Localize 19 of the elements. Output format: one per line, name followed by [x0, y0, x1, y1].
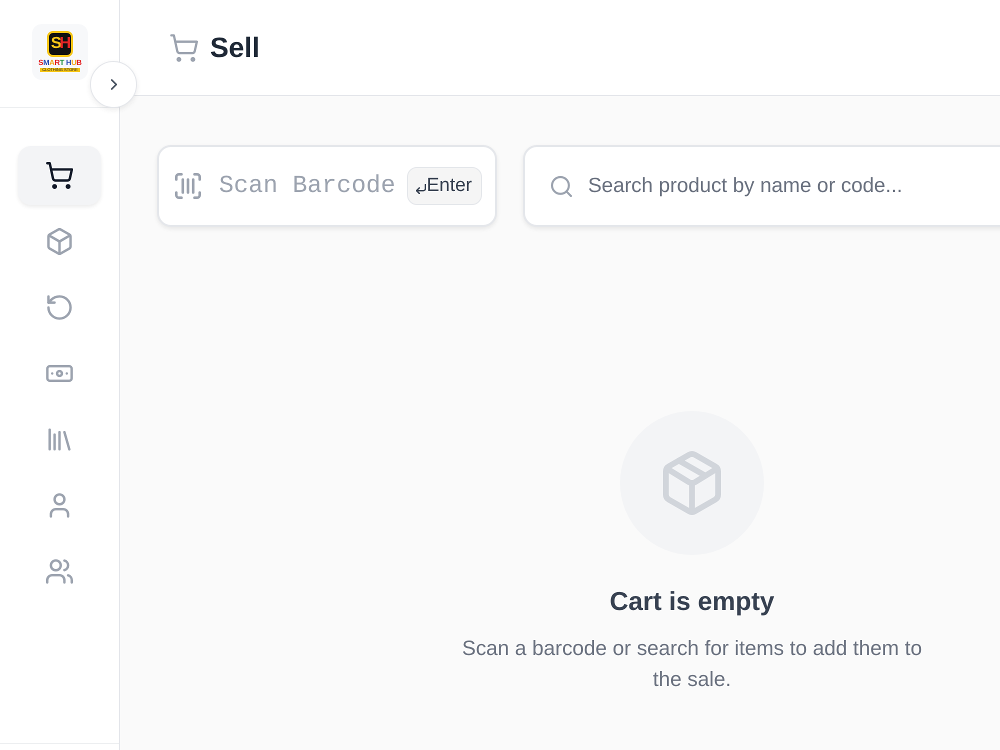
books-icon	[46, 426, 73, 453]
box-icon	[46, 228, 73, 255]
logo-monogram: SH	[47, 31, 73, 57]
search-field[interactable]: Search product by name or code...	[523, 145, 1000, 227]
users-icon	[46, 558, 73, 585]
search-icon	[551, 176, 572, 197]
empty-cart-message: Scan a barcode or search for items to add them to the sale.	[461, 636, 923, 693]
chevron-right-icon	[110, 79, 116, 90]
package-icon	[663, 451, 721, 515]
empty-cart-title: Cart is empty	[610, 585, 774, 617]
return-icon	[416, 184, 426, 194]
banknote-icon	[46, 365, 73, 382]
cart-icon	[170, 34, 198, 62]
nav-button[interactable]	[18, 146, 101, 205]
cart-icon	[46, 162, 73, 189]
page-title: Sell	[210, 32, 260, 64]
barcode-scan-icon	[175, 173, 201, 199]
enter-button[interactable]: Enter	[406, 167, 482, 205]
undo-icon	[46, 294, 73, 321]
